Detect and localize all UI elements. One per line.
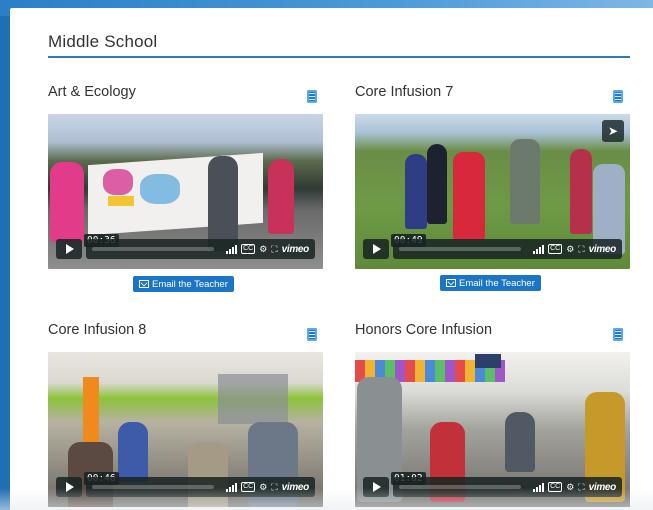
settings-gear-icon[interactable]: ⚙ xyxy=(566,244,574,255)
video-scene xyxy=(140,174,180,204)
video-scene xyxy=(453,152,485,240)
video-scene xyxy=(505,412,535,472)
document-icon[interactable] xyxy=(307,328,317,341)
card-title-honors-core-infusion: Honors Core Infusion xyxy=(355,322,493,338)
video-scene xyxy=(108,196,134,206)
video-scene xyxy=(475,354,501,368)
video-scene xyxy=(83,377,99,447)
vimeo-logo[interactable]: vimeo xyxy=(589,244,617,255)
settings-gear-icon[interactable]: ⚙ xyxy=(259,244,267,255)
email-teacher-label: Email the Teacher xyxy=(459,277,535,289)
card-title-core-infusion-7: Core Infusion 7 xyxy=(355,84,454,100)
section-title: Middle School xyxy=(48,32,158,51)
video-player-core-infusion-7[interactable]: ➤ 00:49 CC ⚙ ⛶ vimeo xyxy=(355,114,630,269)
video-scene xyxy=(208,156,238,251)
video-scene xyxy=(218,374,288,424)
fullscreen-icon[interactable]: ⛶ xyxy=(578,244,584,255)
video-control-bar: CC ⚙ ⛶ vimeo xyxy=(393,239,622,259)
envelope-icon xyxy=(446,279,456,287)
video-scene xyxy=(268,159,294,234)
video-scene xyxy=(405,154,427,229)
play-button[interactable] xyxy=(363,239,389,259)
volume-icon[interactable] xyxy=(533,244,545,254)
vimeo-logo[interactable]: vimeo xyxy=(282,244,310,255)
video-scene xyxy=(103,169,133,195)
bottom-fade xyxy=(0,488,653,510)
envelope-icon xyxy=(139,280,149,288)
document-icon[interactable] xyxy=(307,90,317,103)
email-teacher-button[interactable]: Email the Teacher xyxy=(133,276,234,292)
fullscreen-icon[interactable]: ⛶ xyxy=(271,244,277,255)
player-controls: CC ⚙ ⛶ vimeo xyxy=(226,242,309,256)
video-player-art-ecology[interactable]: 00:36 CC ⚙ ⛶ vimeo xyxy=(48,114,323,269)
video-scene xyxy=(570,149,592,234)
email-teacher-button[interactable]: Email the Teacher xyxy=(440,275,541,291)
page-content: Middle School Art & Ecology 00:36 CC ⚙ ⛶… xyxy=(10,8,653,510)
section-divider xyxy=(48,56,630,58)
email-teacher-label: Email the Teacher xyxy=(152,278,228,290)
captions-button[interactable]: CC xyxy=(548,244,563,254)
share-icon[interactable]: ➤ xyxy=(602,120,624,142)
video-player-core-infusion-8[interactable]: 00:46 CC ⚙ ⛶ vimeo xyxy=(48,352,323,507)
document-icon[interactable] xyxy=(613,90,623,103)
video-scene xyxy=(118,422,148,482)
document-icon[interactable] xyxy=(613,328,623,341)
video-scene xyxy=(427,144,447,224)
player-controls: CC ⚙ ⛶ vimeo xyxy=(533,242,616,256)
volume-icon[interactable] xyxy=(226,244,238,254)
progress-track[interactable] xyxy=(92,247,214,251)
progress-track[interactable] xyxy=(399,247,521,251)
video-control-bar: CC ⚙ ⛶ vimeo xyxy=(86,239,315,259)
card-title-core-infusion-8: Core Infusion 8 xyxy=(48,322,147,338)
card-title-art-ecology: Art & Ecology xyxy=(48,84,136,100)
video-scene xyxy=(50,162,84,242)
video-player-honors-core-infusion[interactable]: 01:02 CC ⚙ ⛶ vimeo xyxy=(355,352,630,507)
video-scene xyxy=(510,139,540,224)
captions-button[interactable]: CC xyxy=(241,244,256,254)
play-button[interactable] xyxy=(56,239,82,259)
